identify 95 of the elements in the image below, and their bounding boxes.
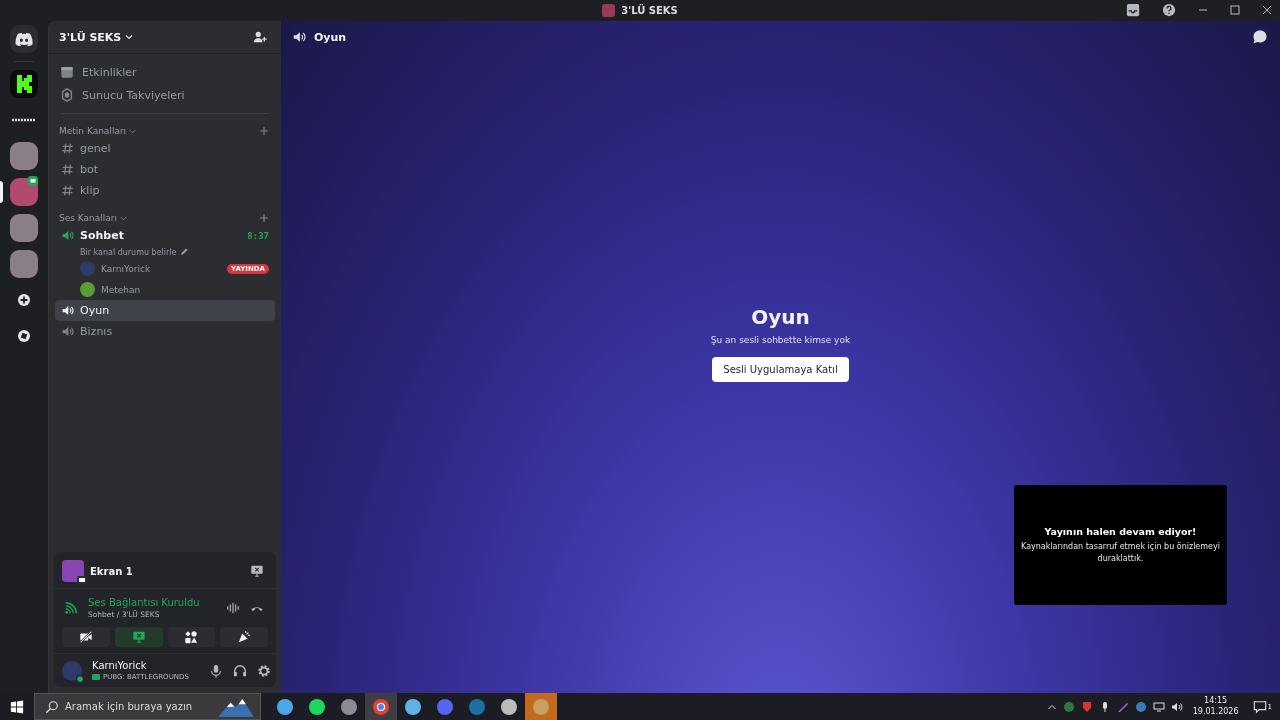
channel-item[interactable]: Oyun: [55, 300, 275, 321]
avatar: [80, 261, 95, 276]
sidebar-link[interactable]: Etkinlikler: [55, 62, 275, 82]
settings-icon[interactable]: [256, 663, 271, 678]
gem-icon: [60, 88, 74, 102]
inbox-icon[interactable]: [1126, 3, 1140, 17]
server-icon[interactable]: [10, 70, 38, 98]
empty-channel-message: Şu an sesli sohbette kimse yok: [710, 334, 851, 345]
search-icon: [45, 699, 59, 714]
category-header[interactable]: Ses Kanalları: [59, 213, 117, 223]
voice-channel-title: Oyun: [751, 304, 810, 329]
signal-icon: [64, 601, 78, 615]
server-photo-placeholder[interactable]: [10, 142, 38, 170]
app-icon: [340, 697, 358, 716]
network-icon[interactable]: [1152, 700, 1165, 713]
volume-icon[interactable]: [1170, 700, 1183, 713]
avatar: [62, 560, 84, 582]
notification-icon[interactable]: [1252, 699, 1267, 714]
taskbar-search-field[interactable]: Aramak için buraya yazın: [34, 693, 261, 720]
app-icon: [468, 697, 486, 716]
category-header[interactable]: Metin Kanalları: [59, 126, 127, 136]
channel-item[interactable]: Biznıs: [55, 321, 275, 342]
pencil-icon[interactable]: [180, 248, 189, 256]
taskbar-app[interactable]: [365, 693, 397, 720]
game-icon: [92, 673, 100, 681]
maximize-icon[interactable]: [1230, 5, 1240, 15]
app-icon: [276, 697, 294, 716]
hashtag-icon: [61, 184, 74, 197]
shapes-icon: [184, 630, 199, 644]
speaker-icon: [61, 229, 74, 242]
waveform-icon[interactable]: [226, 601, 240, 615]
server-photo-placeholder[interactable]: [10, 250, 38, 278]
voice-status[interactable]: Ses Bağlantısı Kuruldu: [88, 597, 200, 608]
stream-title: Ekran 1: [90, 565, 133, 577]
screen-button[interactable]: [114, 627, 163, 647]
camera-button[interactable]: [62, 627, 110, 647]
preview-title: Yayının halen devam ediyor!: [1044, 525, 1197, 537]
avatar: [80, 282, 95, 297]
user-avatar[interactable]: [62, 660, 82, 681]
search-field[interactable]: Aramak için buraya yazın: [65, 701, 212, 712]
feather-icon[interactable]: [1116, 700, 1129, 713]
app-icon: [372, 697, 390, 716]
channel-title: Oyun: [314, 30, 347, 44]
chat-bubble-icon[interactable]: [1252, 29, 1268, 45]
sidebar-link[interactable]: Sunucu Takviyeleri: [55, 85, 275, 105]
clock-time[interactable]: 14:15: [1204, 696, 1228, 707]
add-person-icon[interactable]: [253, 30, 267, 44]
call-timer: 8:37: [247, 230, 269, 241]
window-title: 3'LÜ SEKS: [621, 5, 678, 16]
server-thumbnail: [602, 4, 616, 17]
tray-app-icon[interactable]: [1062, 700, 1075, 713]
app-icon: [532, 697, 550, 716]
party-popper-icon: [237, 630, 252, 644]
activities-button[interactable]: [167, 627, 216, 647]
app-icon: [500, 697, 518, 716]
app-icon: [436, 697, 454, 716]
windows-start-icon[interactable]: [10, 699, 24, 714]
voice-member[interactable]: Metehan: [55, 279, 275, 300]
online-status-icon: [76, 674, 84, 683]
channel-status-prompt[interactable]: Bir kanal durumu belirle: [80, 247, 177, 257]
server-photo-placeholder[interactable]: [10, 178, 38, 206]
soundboard-button[interactable]: [220, 627, 268, 647]
tray-app-icon[interactable]: [1080, 700, 1093, 713]
add-channel-icon[interactable]: [259, 213, 269, 223]
gamepad-face-logo-icon: [15, 32, 33, 46]
app-icon: [404, 697, 422, 716]
add-channel-icon[interactable]: [259, 126, 269, 136]
camera-off-icon: [78, 630, 93, 644]
preview-message: Kaynaklarından tasarruf etmek için bu önizlemeyi duraklattık.: [1020, 540, 1221, 565]
close-icon[interactable]: [1262, 5, 1272, 15]
calendar-icon: [60, 65, 74, 79]
speaker-icon: [61, 304, 74, 317]
headphones-icon[interactable]: [232, 663, 247, 678]
app-icon: [308, 697, 326, 716]
channel-item[interactable]: genel: [55, 138, 275, 159]
screen-share-badge-icon: [28, 176, 38, 186]
speaker-icon: [61, 325, 74, 338]
help-icon[interactable]: [1162, 3, 1176, 17]
hashtag-icon: [61, 142, 74, 155]
hashtag-icon: [61, 163, 74, 176]
chevron-down-icon[interactable]: [125, 33, 134, 41]
screen-share-icon: [131, 630, 146, 644]
channel-item[interactable]: Sohbet 8:37: [55, 225, 275, 246]
home-button[interactable]: [10, 25, 38, 53]
stop-screen-share-icon[interactable]: [250, 564, 264, 578]
channel-item[interactable]: klip: [55, 180, 275, 201]
join-voice-button[interactable]: Sesli Uygulamaya Katıl: [712, 356, 849, 382]
camera-icon: [77, 576, 87, 584]
channel-item[interactable]: bot: [55, 159, 275, 180]
username[interactable]: KarnıYorick: [92, 660, 189, 671]
microphone-icon[interactable]: [208, 663, 223, 678]
clock-date[interactable]: 19.01.2026: [1192, 706, 1239, 717]
speaker-icon: [292, 30, 306, 44]
server-name[interactable]: 3'LÜ SEKS: [59, 30, 122, 44]
server-photo-placeholder[interactable]: [10, 214, 38, 242]
